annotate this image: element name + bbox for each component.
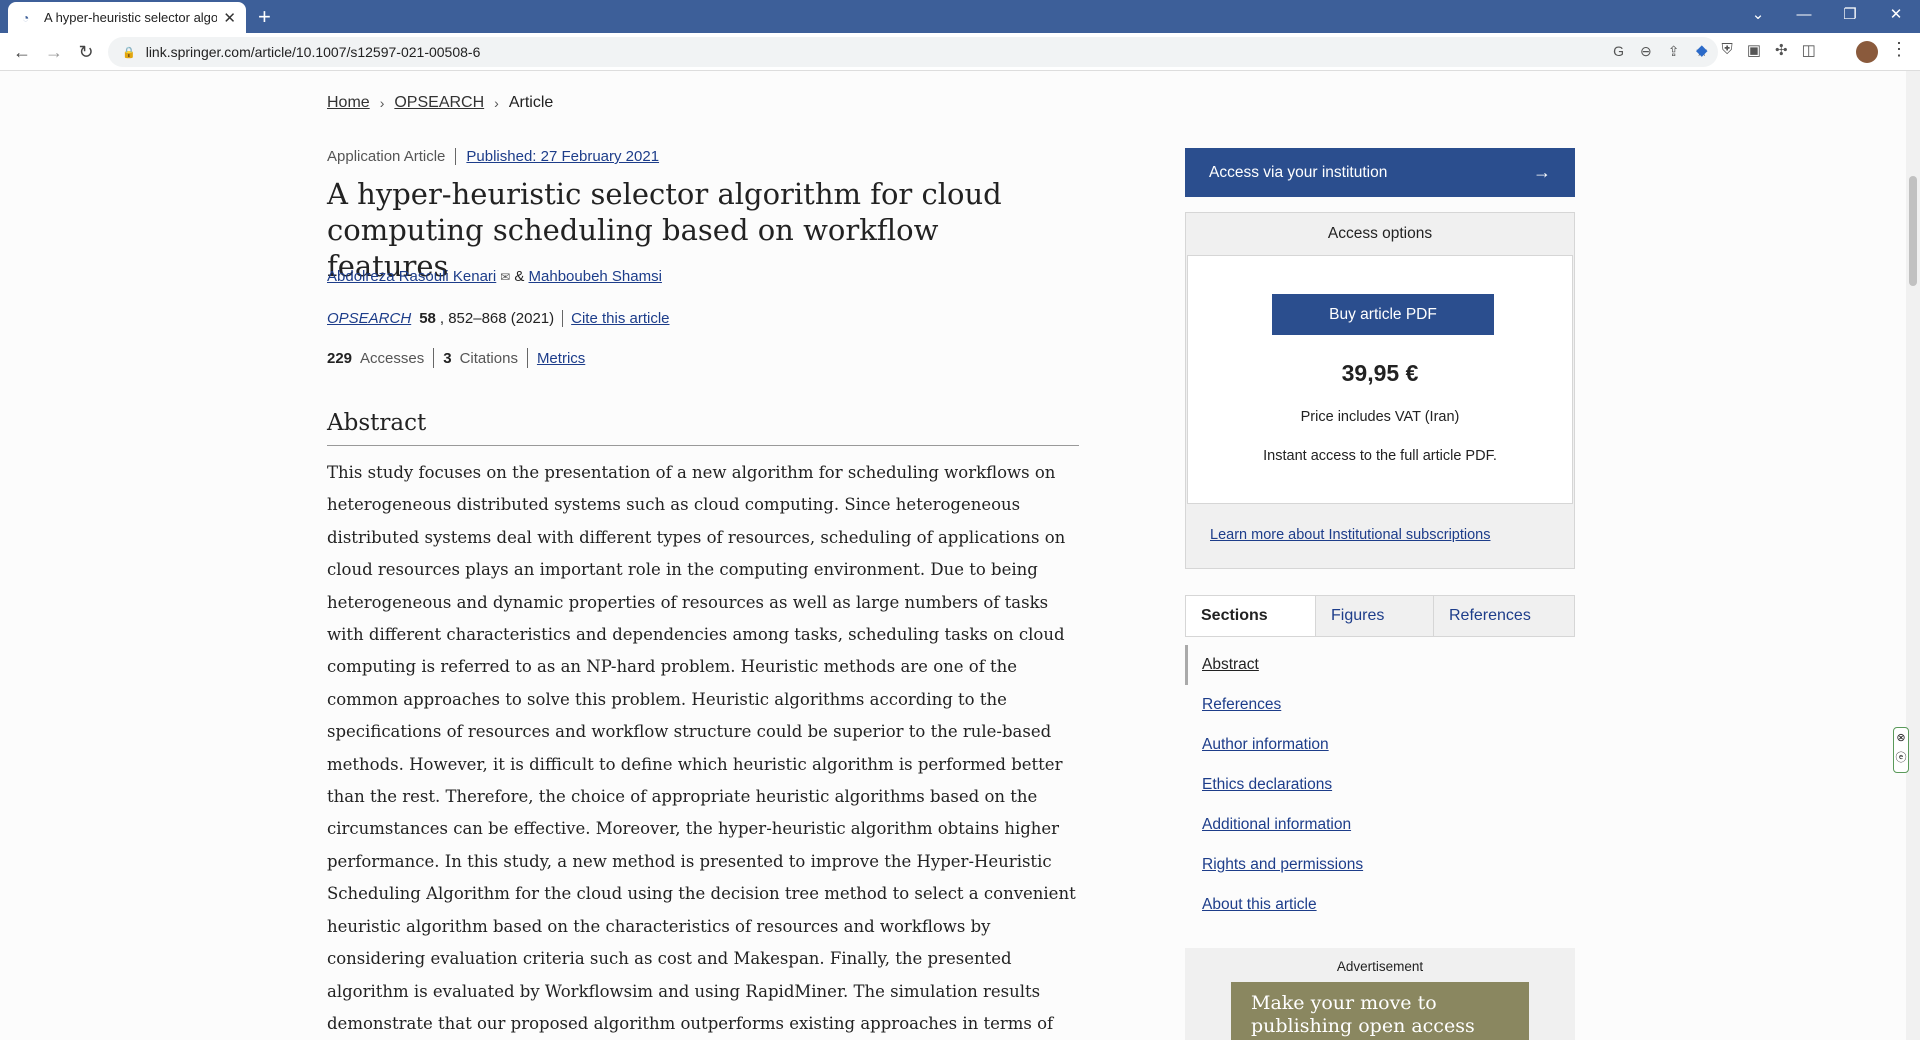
- share-icon[interactable]: ⇪: [1668, 43, 1680, 60]
- volume: 58: [419, 310, 436, 327]
- author-separator: &: [514, 268, 525, 285]
- new-tab-icon[interactable]: +: [258, 3, 271, 31]
- sidebar-tabs: Sections Figures References: [1185, 595, 1575, 637]
- forward-icon[interactable]: →: [42, 40, 66, 64]
- access-options-box: Access options Buy article PDF 39,95 € P…: [1185, 212, 1575, 569]
- access-institution-button[interactable]: Access via your institution →: [1185, 148, 1575, 197]
- section-item-references[interactable]: References: [1185, 685, 1575, 725]
- sections-list: Abstract References Author information E…: [1185, 645, 1575, 925]
- section-link[interactable]: Rights and permissions: [1202, 856, 1363, 873]
- url-text: link.springer.com/article/10.1007/s12597…: [145, 44, 481, 60]
- pages-year: , 852–868 (2021): [439, 310, 555, 327]
- menu-dots-icon[interactable]: ⋮: [1890, 39, 1908, 60]
- scroll-thumb[interactable]: [1909, 176, 1917, 286]
- lock-icon: 🔒: [122, 46, 136, 59]
- section-item-ethics[interactable]: Ethics declarations: [1185, 765, 1575, 805]
- section-link[interactable]: Ethics declarations: [1202, 776, 1332, 793]
- journal-info: OPSEARCH 58 , 852–868 (2021) Cite this a…: [327, 310, 670, 327]
- advertisement: Advertisement Make your move to publishi…: [1185, 948, 1575, 1040]
- author-link-2[interactable]: Mahboubeh Shamsi: [529, 268, 662, 285]
- article-meta: Application Article Published: 27 Februa…: [327, 148, 659, 165]
- ad-banner[interactable]: Make your move to publishing open access…: [1231, 982, 1529, 1040]
- browser-tab[interactable]: ◔ A hyper-heuristic selector algorit ✕: [8, 2, 246, 33]
- instant-access-note: Instant access to the full article PDF.: [1263, 448, 1497, 464]
- accesses-label: Accesses: [360, 349, 425, 367]
- access-button-label: Access via your institution: [1209, 163, 1388, 181]
- divider: [433, 348, 435, 368]
- window-close-icon[interactable]: ✕: [1876, 0, 1916, 30]
- section-item-author-information[interactable]: Author information: [1185, 725, 1575, 765]
- institutional-subscriptions-link[interactable]: Learn more about Institutional subscript…: [1210, 527, 1491, 543]
- citations-label: Citations: [459, 349, 518, 367]
- ad-label: Advertisement: [1336, 959, 1424, 974]
- springer-favicon-icon: ◔: [22, 10, 30, 25]
- google-icon[interactable]: G: [1613, 43, 1624, 60]
- breadcrumb-current: Article: [508, 94, 554, 111]
- back-icon[interactable]: ←: [10, 40, 34, 64]
- floating-widget[interactable]: ⊗ ⓔ: [1893, 727, 1909, 773]
- section-item-additional[interactable]: Additional information: [1185, 805, 1575, 845]
- section-item-abstract[interactable]: Abstract: [1185, 645, 1575, 685]
- tab-references[interactable]: References: [1433, 596, 1574, 636]
- divider: [526, 348, 528, 368]
- vat-note: Price includes VAT (Iran): [1300, 409, 1460, 425]
- purchase-panel: Buy article PDF 39,95 € Price includes V…: [1187, 255, 1573, 504]
- breadcrumb-home[interactable]: Home: [327, 94, 370, 112]
- section-link[interactable]: Abstract: [1202, 656, 1259, 673]
- info-circle-icon[interactable]: ⓔ: [1894, 748, 1908, 768]
- minimize-icon[interactable]: —: [1784, 0, 1824, 30]
- restore-icon[interactable]: ❐: [1830, 0, 1870, 30]
- breadcrumb: Home › OPSEARCH › Article: [327, 94, 553, 112]
- close-circle-icon[interactable]: ⊗: [1894, 728, 1908, 748]
- abstract-heading: Abstract: [327, 410, 427, 436]
- section-item-about[interactable]: About this article: [1185, 885, 1575, 925]
- breadcrumb-journal[interactable]: OPSEARCH: [394, 94, 484, 112]
- address-bar[interactable]: 🔒 link.springer.com/article/10.1007/s125…: [108, 37, 1718, 67]
- section-link[interactable]: References: [1202, 696, 1281, 713]
- abstract-text: This study focuses on the presentation o…: [327, 463, 1076, 1033]
- extension-cap-icon[interactable]: ◆: [1696, 41, 1708, 59]
- tab-figures[interactable]: Figures: [1315, 596, 1433, 636]
- citations-count: 3: [443, 349, 452, 367]
- scrollbar[interactable]: [1906, 71, 1920, 1040]
- price: 39,95 €: [1341, 360, 1419, 386]
- journal-link[interactable]: OPSEARCH: [327, 310, 411, 327]
- published-date-link[interactable]: Published: 27 February 2021: [455, 148, 659, 165]
- tab-sections[interactable]: Sections: [1186, 596, 1315, 636]
- cite-article-link[interactable]: Cite this article: [562, 310, 670, 327]
- browser-toolbar: ← → ↻ 🔒 link.springer.com/article/10.100…: [0, 33, 1920, 71]
- divider: [327, 445, 1079, 446]
- article-metrics: 229 Accesses 3 Citations Metrics: [327, 348, 585, 368]
- arrow-right-icon: →: [1533, 162, 1551, 182]
- section-link[interactable]: Additional information: [1202, 816, 1351, 833]
- extensions-puzzle-icon[interactable]: ✣: [1775, 41, 1788, 59]
- tab-search-icon[interactable]: ⌄: [1738, 0, 1778, 30]
- tab-title: A hyper-heuristic selector algorit: [44, 10, 218, 25]
- chevron-right-icon: ›: [494, 95, 499, 111]
- side-panel-icon[interactable]: ◫: [1802, 41, 1816, 59]
- accesses-count: 229: [327, 349, 353, 367]
- authors: Abdolreza Rasouli Kenari ✉ & Mahboubeh Sha…: [327, 268, 662, 285]
- chevron-right-icon: ›: [379, 95, 385, 111]
- section-link[interactable]: Author information: [1202, 736, 1329, 753]
- section-link[interactable]: About this article: [1202, 896, 1317, 913]
- close-tab-icon[interactable]: ✕: [223, 9, 236, 27]
- browser-tab-bar: ◔ A hyper-heuristic selector algorit ✕ +…: [0, 0, 1920, 33]
- metrics-link[interactable]: Metrics: [537, 350, 585, 367]
- profile-avatar[interactable]: [1856, 41, 1878, 63]
- buy-pdf-button[interactable]: Buy article PDF: [1272, 294, 1494, 335]
- article-type: Application Article: [327, 148, 446, 165]
- email-icon[interactable]: ✉: [500, 270, 510, 284]
- section-item-rights[interactable]: Rights and permissions: [1185, 845, 1575, 885]
- extension-shield-icon[interactable]: ⛨: [1722, 41, 1733, 59]
- extension-image-icon[interactable]: ▣: [1747, 41, 1761, 59]
- author-link-1[interactable]: Abdolreza Rasouli Kenari: [327, 268, 496, 285]
- access-options-heading: Access options: [1327, 225, 1433, 242]
- reload-icon[interactable]: ↻: [74, 40, 98, 64]
- zoom-icon[interactable]: ⊖: [1640, 43, 1652, 60]
